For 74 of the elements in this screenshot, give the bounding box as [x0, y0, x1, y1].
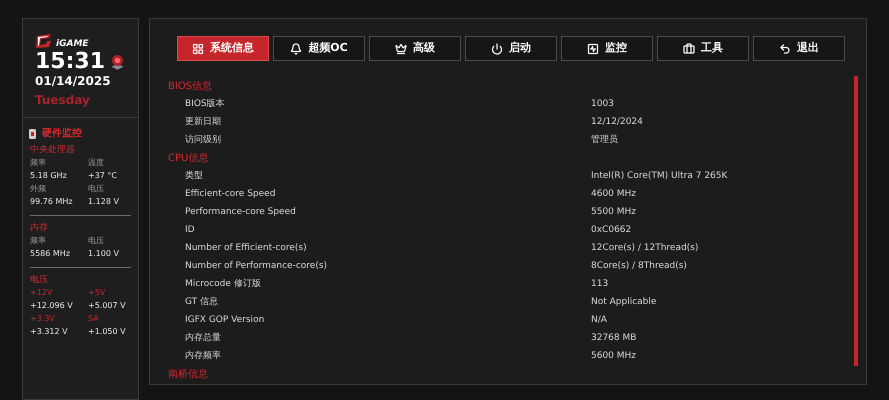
stat-value: 5.18 GHz: [30, 170, 68, 182]
info-label: 内存频率: [184, 350, 222, 364]
monitor-title: 硬件监控: [42, 127, 82, 141]
stat-label: 电压: [88, 235, 105, 247]
info-value: 32768 MB: [591, 332, 636, 346]
info-label: Number of Performance-core(s): [184, 260, 328, 274]
stat-value: +5.007 V: [88, 300, 127, 312]
power-icon: [491, 42, 503, 54]
info-value: Intel(R) Core(TM) Ultra 7 265K: [591, 170, 728, 184]
stat-value: 5586 MHz: [30, 248, 72, 260]
group-title: 中央处理器: [30, 144, 76, 157]
crown-icon: [395, 42, 407, 54]
nav-tab[interactable]: 监控: [561, 36, 653, 61]
grid-icon: [192, 42, 204, 54]
stat-label: +3.3V: [30, 313, 56, 325]
section-title: CPU信息: [168, 152, 210, 166]
chip-icon: [28, 128, 37, 140]
info-value: 8Core(s) / 8Thread(s): [591, 260, 687, 274]
section-title: BIOS信息: [168, 80, 214, 94]
info-label: ID: [184, 224, 196, 238]
stat-value: +3.312 V: [30, 326, 69, 338]
section-title: 南桥信息: [168, 368, 209, 382]
nav-tab[interactable]: 超频OC: [273, 36, 365, 61]
bell-icon: [290, 42, 302, 54]
briefcase-icon: [683, 42, 695, 54]
pulse-icon: [587, 42, 599, 54]
nav-tab[interactable]: 工具: [657, 36, 749, 61]
info-label: Microcode 修订版: [184, 278, 262, 292]
info-value: 1003: [591, 98, 614, 112]
stat-value: 1.128 V: [88, 196, 120, 208]
stat-label: 温度: [88, 157, 105, 169]
stat-label: 频率: [30, 157, 47, 169]
nav-tab[interactable]: 高级: [369, 36, 461, 61]
stat-value: 99.76 MHz: [30, 196, 74, 208]
info-label: BIOS版本: [184, 98, 226, 112]
stat-value: 1.100 V: [88, 248, 120, 260]
stat-label: +5V: [88, 287, 106, 299]
info-label: 内存总量: [184, 332, 222, 346]
nav-tab[interactable]: 启动: [465, 36, 557, 61]
date-text: 01/14/2025: [35, 74, 112, 89]
info-label: Performance-core Speed: [184, 206, 297, 220]
info-label: 更新日期: [184, 116, 222, 130]
info-value: 5600 MHz: [591, 350, 636, 364]
info-label: IGFX GOP Version: [184, 314, 266, 328]
group-title: 内存: [30, 222, 49, 235]
stat-value: +1.050 V: [88, 326, 127, 338]
info-label: Efficient-core Speed: [184, 188, 276, 202]
info-label: GT 信息: [184, 296, 220, 310]
stat-value: +12.096 V: [30, 300, 74, 312]
info-value: 12/12/2024: [591, 116, 643, 130]
info-value: Not Applicable: [591, 296, 656, 310]
stat-label: 外频: [30, 183, 47, 195]
stat-label: +12V: [30, 287, 54, 299]
stat-label: 频率: [30, 235, 47, 247]
logo-text: iGAME: [56, 39, 89, 49]
info-value: 12Core(s) / 12Thread(s): [591, 242, 698, 256]
info-label: 访问级别: [184, 134, 222, 148]
info-label: 类型: [184, 170, 204, 184]
info-value: 113: [591, 278, 608, 292]
stat-label: SA: [88, 313, 100, 325]
weekday-text: Tuesday: [35, 92, 91, 109]
info-value: 4600 MHz: [591, 188, 636, 202]
info-value: 管理员: [591, 134, 618, 148]
group-title: 电压: [30, 274, 49, 287]
nav-tab[interactable]: 退出: [753, 36, 845, 61]
info-value: 0xC0662: [591, 224, 632, 238]
nav-tab[interactable]: 系统信息: [177, 36, 269, 61]
info-value: N/A: [591, 314, 607, 328]
stat-label: 电压: [88, 183, 105, 195]
clock-time: 15:31: [35, 50, 106, 74]
info-value: 5500 MHz: [591, 206, 636, 220]
info-label: Number of Efficient-core(s): [184, 242, 308, 256]
undo-icon: [779, 42, 791, 54]
stat-value: +37 °C: [88, 170, 118, 182]
